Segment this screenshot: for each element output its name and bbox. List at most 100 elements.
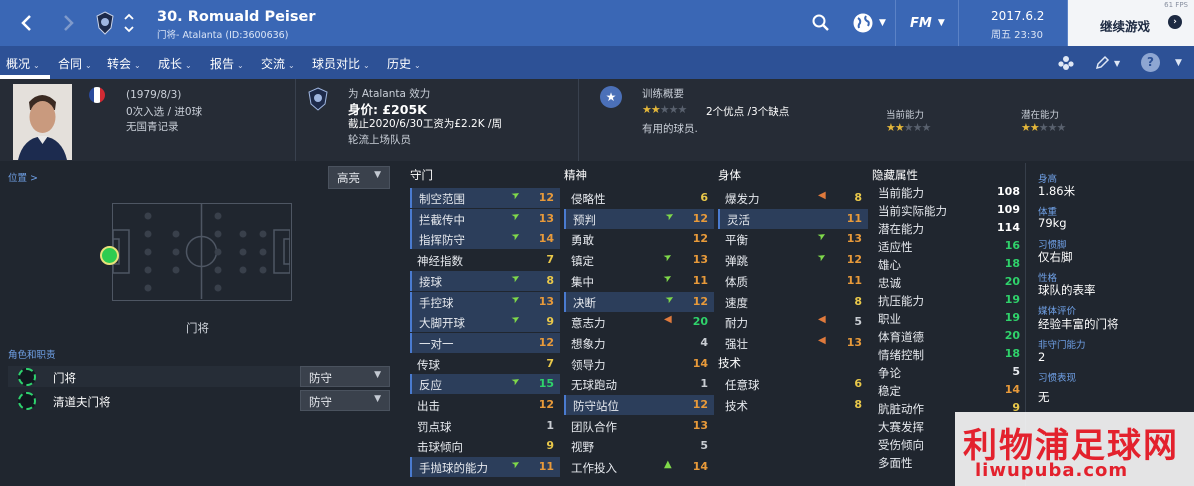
menu-development[interactable]: 成长 ⌄ — [158, 55, 192, 72]
attribute-row[interactable]: 视野 5 — [564, 436, 714, 456]
attribute-value: 19 — [1004, 311, 1020, 324]
hidden-attribute-row[interactable]: 职业 19 — [878, 310, 1020, 328]
attribute-row[interactable]: 无球跑动 1 — [564, 374, 714, 394]
attribute-row[interactable]: 出击 12 — [410, 395, 560, 415]
attribute-name: 速度 — [725, 295, 748, 310]
attribute-name: 大赛发挥 — [878, 420, 924, 434]
attribute-value: 6 — [700, 191, 708, 204]
hidden-attribute-row[interactable]: 适应性 16 — [878, 238, 1020, 256]
attribute-row[interactable]: 工作投入 ▲ 14 — [564, 457, 714, 477]
attribute-row[interactable]: 一对一 12 — [410, 332, 560, 353]
attribute-row[interactable]: 击球倾向 9 — [410, 436, 560, 456]
attribute-row[interactable]: 神经指数 7 — [410, 250, 560, 270]
attribute-row[interactable]: 制空范围 ➤ 12 — [410, 188, 560, 208]
attribute-row[interactable]: 镇定 ➤ 13 — [564, 250, 714, 270]
attribute-value: 9 — [546, 315, 554, 329]
attribute-row[interactable]: 集中 ➤ 11 — [564, 271, 714, 291]
attribute-row[interactable]: 强壮 ◀ 13 — [718, 333, 868, 353]
attribute-row[interactable]: 侵略性 6 — [564, 188, 714, 208]
hidden-attribute-row[interactable]: 雄心 18 — [878, 256, 1020, 274]
attribute-row[interactable]: 团队合作 13 — [564, 416, 714, 436]
foot-value: 仅右脚 — [1038, 250, 1073, 264]
hidden-attribute-row[interactable]: 稳定 14 — [878, 382, 1020, 400]
attribute-name: 击球倾向 — [417, 440, 463, 455]
continue-button[interactable]: 61 FPS 继续游戏 › — [1068, 0, 1194, 46]
attribute-value: 13 — [846, 335, 862, 349]
attribute-name: 集中 — [571, 274, 594, 289]
fm-menu-button[interactable]: FM ▼ — [910, 10, 945, 36]
attribute-row[interactable]: 决断 ➤ 12 — [564, 291, 714, 312]
attribute-row[interactable]: 爆发力 ◀ 8 — [718, 188, 868, 208]
attribute-row[interactable]: 传球 7 — [410, 354, 560, 374]
player-switch-button[interactable] — [122, 10, 136, 36]
attribute-row[interactable]: 预判 ➤ 12 — [564, 208, 714, 229]
attribute-row[interactable]: 想象力 4 — [564, 333, 714, 353]
attribute-row[interactable]: 指挥防守 ➤ 14 — [410, 229, 560, 250]
attribute-row[interactable]: 勇敢 12 — [564, 229, 714, 249]
attribute-row[interactable]: 拦截传中 ➤ 13 — [410, 208, 560, 229]
duty-dropdown[interactable]: 防守 ▼ — [300, 366, 390, 387]
back-button[interactable] — [12, 8, 40, 38]
role-row[interactable]: 门将 — [8, 366, 300, 387]
attribute-name: 预判 — [573, 212, 596, 227]
attribute-row[interactable]: 手抛球的能力 ➤ 11 — [410, 457, 560, 478]
menu-interaction[interactable]: 交流 ⌄ — [261, 55, 295, 72]
club-badge-icon[interactable] — [308, 87, 328, 111]
attribute-row[interactable]: 平衡 ➤ 13 — [718, 229, 868, 249]
media-label: 媒体评价 — [1038, 306, 1077, 317]
role-name: 门将 — [53, 371, 76, 385]
attribute-row[interactable]: 意志力 ◀ 20 — [564, 312, 714, 332]
date-display[interactable]: 2017.6.2 周五 23:30 — [958, 0, 1068, 46]
attribute-row[interactable]: 防守站位 12 — [564, 395, 714, 415]
menu-contract[interactable]: 合同 ⌄ — [58, 55, 92, 72]
attribute-row[interactable]: 灵活 11 — [718, 208, 868, 229]
attribute-row[interactable]: 技术 8 — [718, 395, 868, 415]
hidden-attribute-row[interactable]: 当前能力 108 — [878, 184, 1020, 202]
attribute-row[interactable]: 反应 ➤ 15 — [410, 374, 560, 395]
squad-button[interactable] — [1057, 54, 1075, 72]
attribute-row[interactable]: 领导力 14 — [564, 354, 714, 374]
trend-down-icon: ◀ — [818, 334, 826, 346]
attribute-row[interactable]: 体质 11 — [718, 271, 868, 291]
attribute-row[interactable]: 任意球 6 — [718, 374, 868, 394]
globe-button[interactable]: ▼ — [852, 10, 886, 36]
attribute-row[interactable]: 手控球 ➤ 13 — [410, 291, 560, 312]
hidden-attribute-row[interactable]: 潜在能力 114 — [878, 220, 1020, 238]
attribute-name: 弹跳 — [725, 254, 748, 269]
attribute-name: 镇定 — [571, 254, 594, 269]
hidden-attribute-row[interactable]: 争论 5 — [878, 364, 1020, 382]
position-link[interactable]: 位置 > — [8, 170, 38, 184]
role-row[interactable]: 清道夫门将 — [8, 390, 300, 411]
attribute-row[interactable]: 罚点球 1 — [410, 416, 560, 436]
duty-value: 防守 — [309, 395, 332, 409]
hidden-attribute-row[interactable]: 忠诚 20 — [878, 274, 1020, 292]
help-icon: ? — [1141, 52, 1160, 72]
more-button[interactable]: ▼ — [1175, 54, 1182, 72]
attribute-row[interactable]: 耐力 ◀ 5 — [718, 312, 868, 332]
help-button[interactable]: ? — [1141, 52, 1160, 72]
highlight-dropdown[interactable]: 高亮 ▼ — [328, 166, 390, 189]
search-button[interactable] — [812, 10, 830, 36]
chevron-right-icon — [64, 15, 74, 31]
forward-button[interactable] — [55, 8, 83, 38]
hidden-attribute-row[interactable]: 抗压能力 19 — [878, 292, 1020, 310]
attribute-row[interactable]: 弹跳 ➤ 12 — [718, 250, 868, 270]
hidden-attribute-row[interactable]: 体育道德 20 — [878, 328, 1020, 346]
duty-dropdown[interactable]: 防守 ▼ — [300, 390, 390, 411]
attribute-row[interactable]: 大脚开球 ➤ 9 — [410, 312, 560, 333]
contract-info: 截止2020/6/30工资为£2.2K /周 — [348, 118, 502, 130]
menu-history[interactable]: 历史 ⌄ — [387, 55, 421, 72]
trend-up-icon: ➤ — [509, 209, 523, 224]
hidden-attribute-row[interactable]: 情绪控制 18 — [878, 346, 1020, 364]
menu-overview[interactable]: 概况 ⌄ — [6, 55, 40, 72]
attribute-name: 手抛球的能力 — [419, 461, 488, 476]
menu-compare[interactable]: 球员对比 ⌄ — [312, 55, 370, 72]
edit-button[interactable]: ▼ — [1094, 54, 1120, 72]
menu-transfer[interactable]: 转会 ⌄ — [107, 55, 141, 72]
menu-reports[interactable]: 报告 ⌄ — [210, 55, 244, 72]
attribute-row[interactable]: 速度 8 — [718, 292, 868, 312]
hidden-attribute-row[interactable]: 当前实际能力 109 — [878, 202, 1020, 220]
attribute-row[interactable]: 接球 ➤ 8 — [410, 270, 560, 291]
watermark-url: liwupuba.com — [975, 460, 1129, 481]
goalkeeper-position-marker[interactable] — [100, 246, 119, 265]
